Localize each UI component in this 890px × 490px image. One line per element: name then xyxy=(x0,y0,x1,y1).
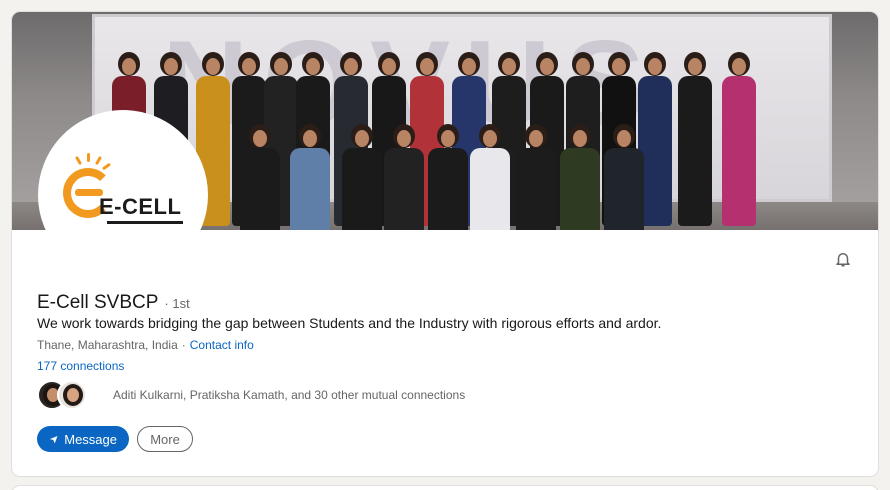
next-section-card xyxy=(12,486,878,490)
profile-headline: We work towards bridging the gap between… xyxy=(37,315,662,331)
send-icon xyxy=(49,435,58,443)
logo-ray xyxy=(101,162,112,171)
profile-name-row: E-Cell SVBCP · 1st xyxy=(37,292,190,314)
profile-location: Thane, Maharashtra, India xyxy=(37,338,178,352)
profile-card: NOVUS E-CELL E-Cell SVBCP · 1st We work … xyxy=(12,12,878,476)
mutual-avatar xyxy=(57,380,87,410)
profile-actions: Message More xyxy=(37,426,193,452)
logo-ray xyxy=(87,153,90,162)
connection-degree: · 1st xyxy=(164,296,190,311)
mutual-connections[interactable]: Aditi Kulkarni, Pratiksha Kamath, and 30… xyxy=(37,380,465,410)
contact-info-link[interactable]: Contact info xyxy=(190,338,254,352)
logo-underline xyxy=(107,221,183,224)
connections-link[interactable]: 177 connections xyxy=(37,359,124,373)
company-logo-avatar[interactable]: E-CELL xyxy=(38,110,208,280)
bell-icon[interactable] xyxy=(832,248,854,270)
more-button[interactable]: More xyxy=(137,426,193,452)
message-button-label: Message xyxy=(64,431,117,447)
mutual-connections-text: Aditi Kulkarni, Pratiksha Kamath, and 30… xyxy=(113,388,466,402)
separator-dot: · xyxy=(181,338,186,352)
location-row: Thane, Maharashtra, India · Contact info xyxy=(37,338,254,352)
logo-text: E-CELL xyxy=(99,194,182,219)
profile-name: E-Cell SVBCP xyxy=(37,292,159,313)
message-button[interactable]: Message xyxy=(37,426,129,452)
logo-ray xyxy=(74,155,83,166)
logo-ray xyxy=(94,155,103,166)
ecell-logo: E-CELL xyxy=(63,153,183,230)
